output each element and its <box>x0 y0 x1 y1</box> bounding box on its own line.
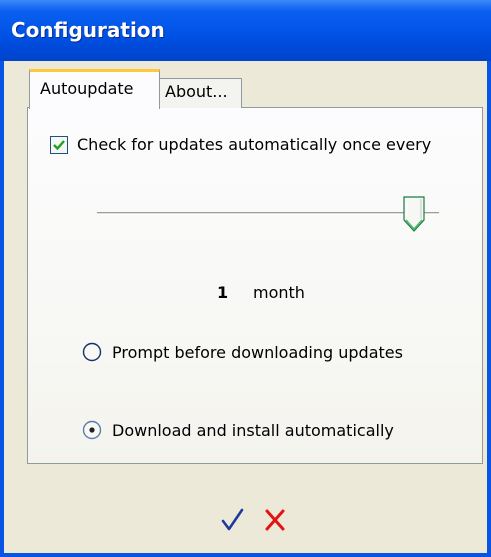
x-icon <box>265 509 285 531</box>
auto-check-checkbox[interactable] <box>50 136 68 154</box>
tab-about[interactable]: About... <box>158 78 242 108</box>
title-bar[interactable]: Configuration <box>0 0 491 61</box>
ok-button[interactable] <box>217 505 247 535</box>
auto-check-label: Check for updates automatically once eve… <box>77 135 432 154</box>
window-title: Configuration <box>11 18 165 42</box>
download-option-label: Download and install automatically <box>112 421 394 440</box>
prompt-radio[interactable] <box>82 342 102 362</box>
cancel-button[interactable] <box>260 505 290 535</box>
interval-slider-track[interactable] <box>97 212 439 215</box>
interval-unit: month <box>253 283 305 302</box>
tab-autoupdate[interactable]: Autoupdate <box>29 69 160 109</box>
autoupdate-panel: Check for updates automatically once eve… <box>27 107 483 464</box>
prompt-option-label: Prompt before downloading updates <box>112 343 403 362</box>
checkmark-icon <box>221 508 244 531</box>
checkmark-icon <box>53 140 65 151</box>
tab-about-label: About... <box>165 82 228 101</box>
download-radio[interactable] <box>82 420 102 440</box>
interval-value: 1 <box>217 283 229 302</box>
tab-autoupdate-label: Autoupdate <box>40 79 134 98</box>
interval-slider-thumb[interactable] <box>403 196 425 232</box>
configuration-window: Configuration Autoupdate About... Check … <box>0 0 491 557</box>
dialog-client-area: Autoupdate About... Check for updates au… <box>10 62 483 480</box>
